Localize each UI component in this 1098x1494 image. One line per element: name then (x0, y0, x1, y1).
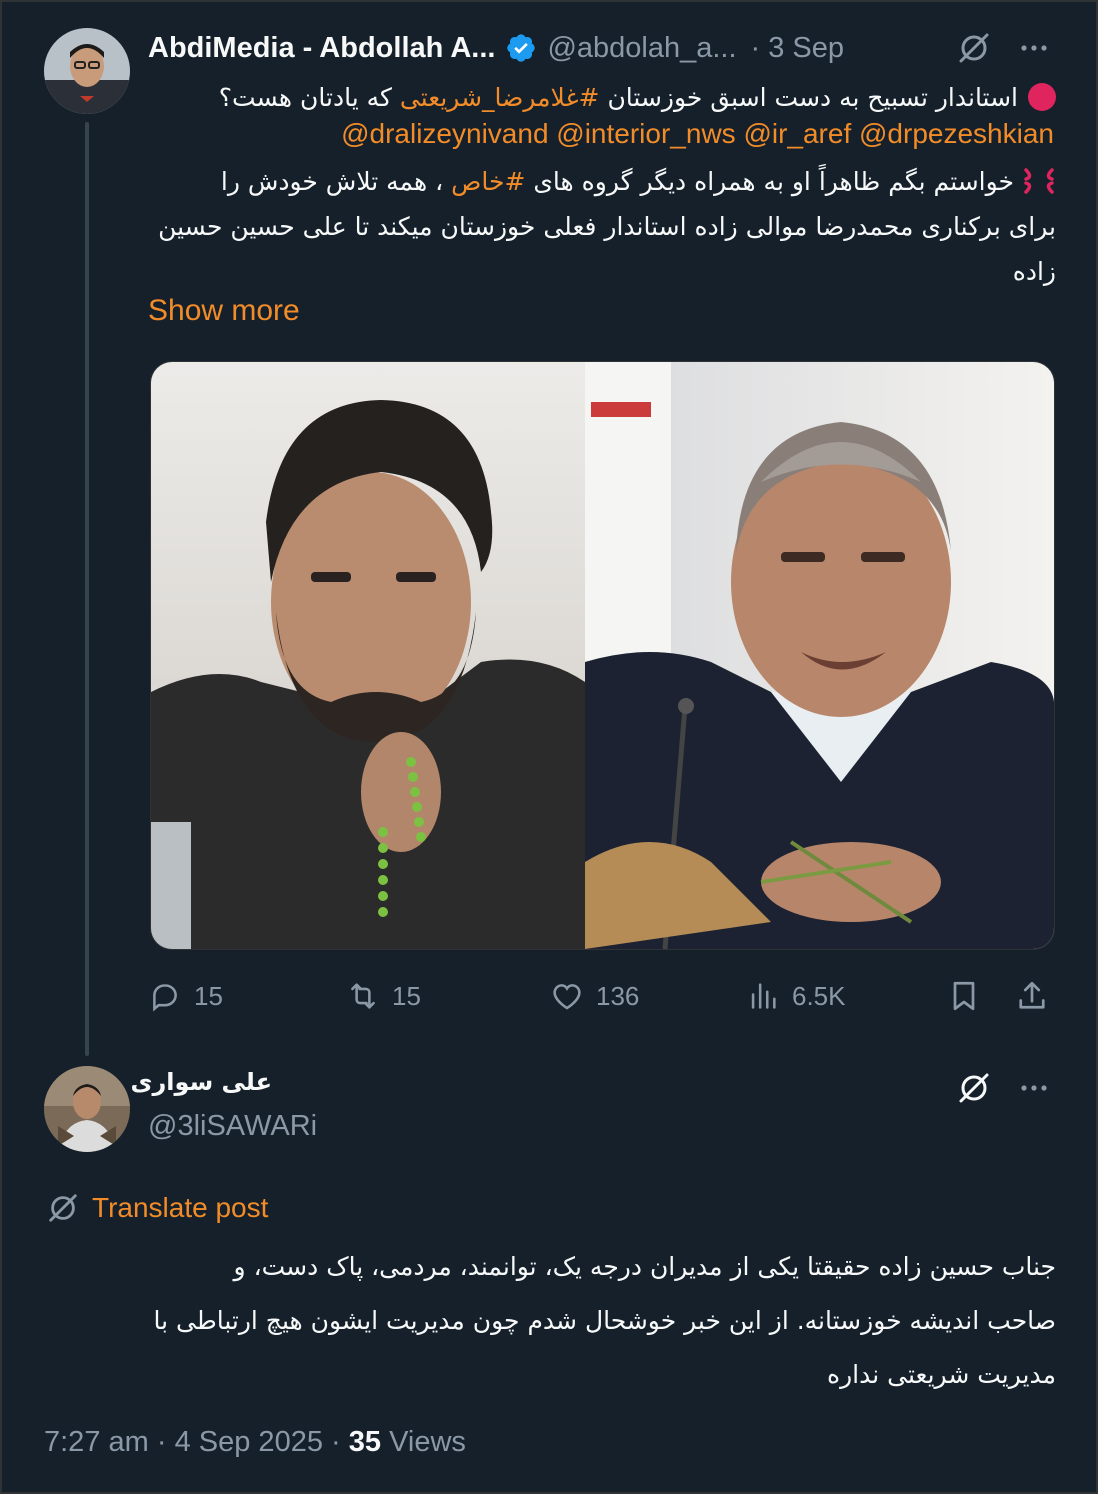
show-more-link[interactable]: Show more (148, 294, 300, 328)
tweet-text-segment: که یادتان هست؟ (218, 83, 392, 112)
hashtag-link[interactable]: #خاص (451, 167, 525, 196)
reply-line-1: جناب حسین زاده حقیقتا یکی از مدیران درجه… (233, 1252, 1056, 1281)
more-options-icon[interactable] (1016, 30, 1052, 66)
tweet-text-segment: ، همه تلاش خودش را (220, 167, 444, 196)
footer-dot: · (331, 1426, 341, 1458)
repost-icon (351, 983, 375, 1009)
translate-icon (49, 1194, 77, 1222)
more-options-icon[interactable] (1016, 1070, 1052, 1106)
repost-button[interactable]: 15 (346, 972, 421, 1020)
reply-icon (153, 984, 177, 1012)
separator-dot: · (750, 31, 761, 64)
author-name[interactable]: AbdiMedia - Abdollah A... (148, 32, 495, 65)
reply-count: 15 (194, 980, 223, 1011)
tweet-time[interactable]: 3 Sep (768, 32, 844, 65)
views-button[interactable]: 6.5K (746, 972, 846, 1020)
reply-view-count: 35 (348, 1426, 382, 1458)
views-chart-icon (751, 983, 776, 1009)
tweet-text-segment: خواستم بگم ظاهراً او به همراه دیگر گروه … (533, 167, 1014, 196)
tweet-line-2: خواستم بگم ظاهراً او به همراه دیگر گروه … (148, 160, 1056, 204)
reply-button[interactable]: 15 (148, 972, 223, 1020)
tweet-line-4: زاده (1012, 257, 1056, 286)
author-handle[interactable]: @abdolah_a... (547, 32, 736, 65)
reply-author-avatar[interactable] (44, 1066, 130, 1152)
anger-symbol-icon (1024, 168, 1054, 194)
tweet-text-segment: استاندار تسبیح به دست اسبق خوزستان (607, 83, 1018, 112)
mention-links[interactable]: @dralizeynivand @interior_nws @ir_aref @… (341, 118, 1054, 150)
reply-footer: 7:27 am · 4 Sep 2025 · 35 Views (44, 1426, 466, 1459)
grok-icon[interactable] (956, 1070, 992, 1106)
share-icon[interactable] (1014, 978, 1050, 1014)
translate-label: Translate post (92, 1192, 269, 1223)
like-button[interactable]: 136 (550, 972, 639, 1020)
thread-line (85, 122, 89, 1056)
grok-icon[interactable] (956, 30, 992, 66)
tweet-actions: 15 15 136 6.5K (148, 972, 1058, 1020)
hashtag-link[interactable]: #غلامرضا_شریعتی (400, 83, 600, 112)
reply-line-3: مدیریت شریعتی نداره (826, 1360, 1056, 1389)
tweet-header: AbdiMedia - Abdollah A... @abdolah_a... … (148, 26, 1058, 70)
bookmark-icon[interactable] (946, 978, 982, 1014)
verified-badge-icon (507, 34, 536, 62)
reply-author-name[interactable]: علی سواری (130, 1068, 272, 1096)
translate-post-link[interactable]: Translate post (46, 1186, 268, 1230)
author-avatar[interactable] (44, 28, 130, 114)
reply-line-2: صاحب اندیشه خوزستانه. از این خبر خوشحال … (153, 1306, 1056, 1335)
tweet-image[interactable] (150, 361, 1055, 950)
tweet-line-3: برای برکناری محمدرضا موالی زاده استاندار… (158, 212, 1056, 241)
reply-time[interactable]: 7:27 am (44, 1426, 149, 1458)
photo-left (151, 362, 585, 949)
footer-dot: · (156, 1426, 167, 1458)
reply-views-label: Views (389, 1426, 466, 1458)
reply-body: جناب حسین زاده حقیقتا یکی از مدیران درجه… (40, 1240, 1056, 1402)
reply-date[interactable]: 4 Sep 2025 (175, 1426, 323, 1458)
like-count: 136 (596, 980, 640, 1011)
heart-icon (553, 984, 581, 1010)
tweet-line-1: استاندار تسبیح به دست اسبق خوزستان #غلام… (148, 76, 1056, 120)
repost-count: 15 (392, 980, 421, 1011)
view-count: 6.5K (792, 980, 846, 1011)
reply-author-handle[interactable]: @3liSAWARi (148, 1110, 317, 1143)
photo-right (585, 362, 1054, 949)
red-circle-icon (1028, 83, 1056, 111)
